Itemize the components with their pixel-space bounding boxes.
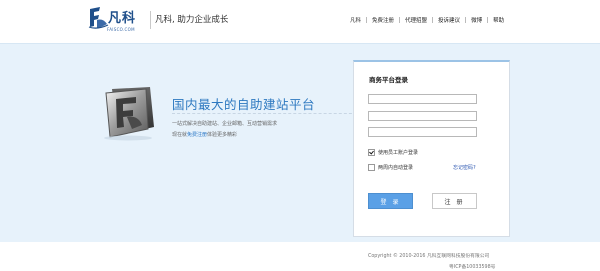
hero-band [0, 43, 600, 242]
hero-invite: 现在就免费注册体验更多精彩 [172, 131, 237, 138]
nav-link-weibo[interactable]: 微博 [471, 16, 482, 24]
employee-login-label: 使用员工账户登录 [378, 150, 419, 156]
fanke-logo[interactable]: 凡科 FAISCO.COM [87, 6, 147, 36]
nav-separator [465, 17, 467, 23]
fanke-3d-logo-icon [104, 87, 154, 141]
verification-input[interactable] [368, 127, 477, 137]
password-input[interactable] [368, 111, 477, 121]
icp-license-text: 粤ICP备10033598号 [449, 265, 496, 270]
nav-link-agent[interactable]: 代理招盟 [405, 16, 427, 24]
nav-link-home[interactable]: 凡科 [350, 16, 361, 24]
nav-link-register[interactable]: 免费注册 [372, 16, 394, 24]
login-button[interactable]: 登 录 [368, 193, 413, 209]
nav-separator [432, 17, 434, 23]
header-divider [150, 11, 151, 29]
top-header: 凡科 FAISCO.COM 凡科, 助力企业成长 凡科 免费注册 代理招盟 投诉… [0, 0, 600, 43]
nav-link-feedback[interactable]: 投诉建议 [438, 16, 460, 24]
invite-suffix: 体验更多精彩 [207, 132, 238, 138]
forgot-password-link[interactable]: 忘记密码? [453, 164, 476, 171]
login-panel: 商务平台登录 使用员工账户登录 两周内自动登录 忘记密码? 登 录 注 册 [353, 60, 510, 237]
copyright-text: Copyright © 2010-2016 凡科互联网科技股份有限公司 [368, 254, 490, 259]
slogan: 凡科, 助力企业成长 [155, 15, 229, 25]
auto-login-row[interactable]: 两周内自动登录 [368, 164, 413, 171]
nav-separator [399, 17, 401, 23]
auto-login-label: 两周内自动登录 [378, 165, 414, 171]
hero-headline: 国内最大的自助建站平台 [172, 97, 316, 112]
top-nav: 凡科 免费注册 代理招盟 投诉建议 微博 帮助 [350, 16, 504, 24]
logo-subtext: FAISCO.COM [107, 27, 135, 32]
employee-login-checkbox[interactable] [368, 149, 375, 156]
invite-prefix: 现在就 [172, 132, 188, 138]
hero-description: 一站式解决自助建站、企业邮箱、互动营销需求 [172, 121, 278, 127]
nav-link-help[interactable]: 帮助 [493, 16, 504, 24]
logo-mark-icon [88, 7, 109, 29]
invite-register-link[interactable]: 免费注册 [187, 132, 207, 138]
hero-divider [172, 113, 362, 114]
username-input[interactable] [368, 94, 477, 104]
register-button[interactable]: 注 册 [432, 193, 477, 209]
employee-login-row[interactable]: 使用员工账户登录 [368, 149, 418, 156]
logo-text: 凡科 [108, 11, 137, 26]
auto-login-checkbox[interactable] [368, 164, 375, 171]
nav-separator [366, 17, 368, 23]
nav-separator [487, 17, 489, 23]
login-title: 商务平台登录 [369, 76, 408, 84]
hero-band-border [0, 43, 600, 44]
